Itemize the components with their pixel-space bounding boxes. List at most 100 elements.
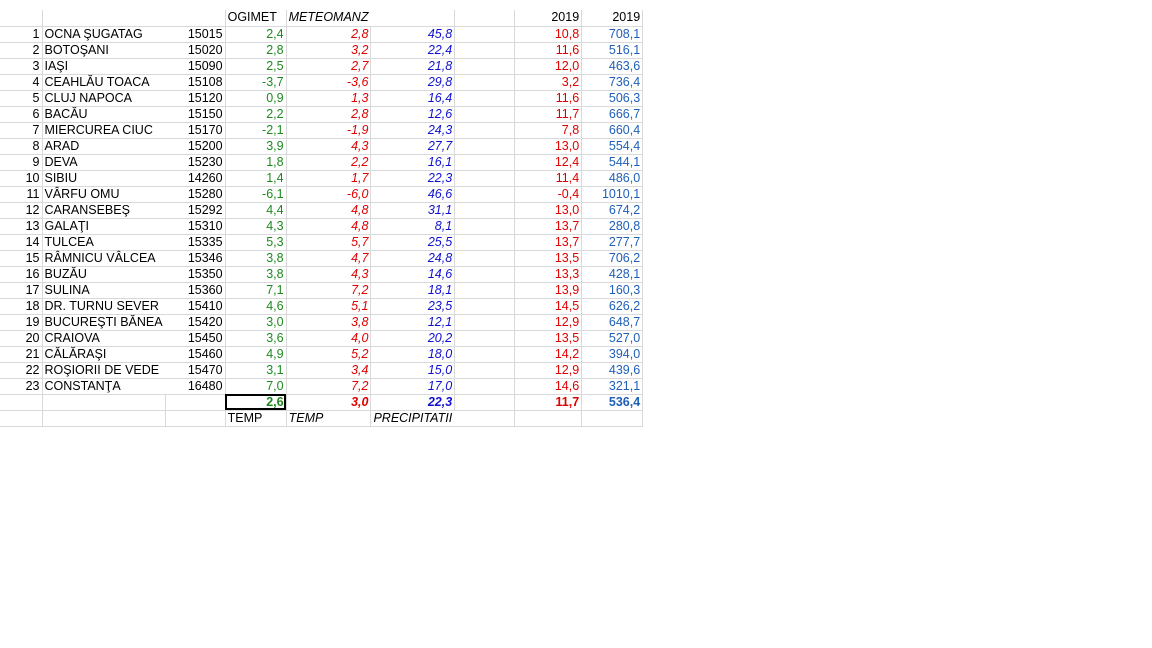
cell[interactable] (454, 330, 516, 347)
row-number-cell[interactable]: 22 (0, 362, 43, 379)
station-name-cell[interactable]: VÂRFU OMU (42, 186, 166, 203)
meteomanz-precip-cell[interactable]: 8,1 (370, 218, 456, 235)
meteomanz-precip-cell[interactable]: 45,8 (370, 26, 456, 43)
precip-2019-cell[interactable]: 666,7 (581, 106, 644, 123)
precip-2019-cell[interactable]: 439,6 (581, 362, 644, 379)
precip-2019-cell[interactable]: 674,2 (581, 202, 644, 219)
station-name-cell[interactable]: OCNA ŞUGATAG (42, 26, 166, 43)
cell[interactable] (454, 218, 516, 235)
meteomanz-temp-cell[interactable]: 2,7 (286, 58, 372, 75)
total-temp-2019-cell[interactable]: 11,7 (514, 394, 583, 411)
temp-2019-cell[interactable]: 14,5 (514, 298, 583, 315)
station-code-cell[interactable]: 15230 (165, 154, 226, 171)
temp-2019-cell[interactable]: 12,9 (514, 362, 583, 379)
station-name-cell[interactable]: BUCUREŞTI BĂNEA (42, 314, 166, 331)
station-name-cell[interactable]: CLUJ NAPOCA (42, 90, 166, 107)
cell[interactable] (454, 314, 516, 331)
row-number-cell[interactable]: 17 (0, 282, 43, 299)
station-code-cell[interactable]: 15470 (165, 362, 226, 379)
meteomanz-precip-cell[interactable]: 29,8 (370, 74, 456, 91)
footer-temp-a[interactable]: TEMP (225, 410, 287, 427)
ogimet-temp-cell[interactable]: -3,7 (225, 74, 287, 91)
footer-temp-b[interactable]: TEMP (286, 410, 372, 427)
cell[interactable] (454, 42, 516, 59)
station-name-cell[interactable]: BOTOŞANI (42, 42, 166, 59)
meteomanz-precip-cell[interactable]: 24,3 (370, 122, 456, 139)
station-code-cell[interactable]: 15292 (165, 202, 226, 219)
precip-2019-cell[interactable]: 516,1 (581, 42, 644, 59)
precip-2019-cell[interactable]: 160,3 (581, 282, 644, 299)
station-code-cell[interactable]: 15420 (165, 314, 226, 331)
temp-2019-cell[interactable]: 12,0 (514, 58, 583, 75)
temp-2019-cell[interactable]: 13,0 (514, 202, 583, 219)
meteomanz-temp-cell[interactable]: 5,1 (286, 298, 372, 315)
temp-2019-cell[interactable]: 11,6 (514, 42, 583, 59)
meteomanz-precip-cell[interactable]: 25,5 (370, 234, 456, 251)
row-number-cell[interactable]: 18 (0, 298, 43, 315)
row-number-cell[interactable]: 13 (0, 218, 43, 235)
cell[interactable] (165, 410, 226, 427)
meteomanz-precip-cell[interactable]: 21,8 (370, 58, 456, 75)
meteomanz-temp-cell[interactable]: 3,2 (286, 42, 372, 59)
meteomanz-precip-cell[interactable]: 27,7 (370, 138, 456, 155)
row-number-cell[interactable]: 20 (0, 330, 43, 347)
row-number-cell[interactable]: 19 (0, 314, 43, 331)
station-name-cell[interactable]: CRAIOVA (42, 330, 166, 347)
row-number-cell[interactable]: 4 (0, 74, 43, 91)
station-code-cell[interactable]: 15150 (165, 106, 226, 123)
row-number-cell[interactable]: 16 (0, 266, 43, 283)
station-code-cell[interactable]: 15450 (165, 330, 226, 347)
row-number-cell[interactable]: 10 (0, 170, 43, 187)
cell[interactable] (454, 378, 516, 395)
station-code-cell[interactable]: 15020 (165, 42, 226, 59)
station-name-cell[interactable]: DR. TURNU SEVER (42, 298, 166, 315)
station-code-cell[interactable]: 15360 (165, 282, 226, 299)
cell[interactable] (42, 10, 166, 27)
meteomanz-temp-cell[interactable]: 2,8 (286, 106, 372, 123)
cell[interactable] (454, 346, 516, 363)
precip-2019-cell[interactable]: 706,2 (581, 250, 644, 267)
station-code-cell[interactable]: 15350 (165, 266, 226, 283)
precip-2019-cell[interactable]: 736,4 (581, 74, 644, 91)
meteomanz-temp-cell[interactable]: 5,2 (286, 346, 372, 363)
meteomanz-precip-cell[interactable]: 22,3 (370, 170, 456, 187)
ogimet-temp-cell[interactable]: 3,8 (225, 250, 287, 267)
meteomanz-precip-cell[interactable]: 22,4 (370, 42, 456, 59)
precip-2019-cell[interactable]: 660,4 (581, 122, 644, 139)
cell[interactable] (454, 282, 516, 299)
ogimet-temp-cell[interactable]: 4,9 (225, 346, 287, 363)
temp-2019-cell[interactable]: 14,6 (514, 378, 583, 395)
meteomanz-temp-cell[interactable]: 2,2 (286, 154, 372, 171)
cell[interactable] (454, 186, 516, 203)
temp-2019-cell[interactable]: 13,5 (514, 250, 583, 267)
cell[interactable] (370, 10, 456, 27)
ogimet-temp-cell[interactable]: 4,3 (225, 218, 287, 235)
meteomanz-temp-cell[interactable]: -6,0 (286, 186, 372, 203)
total-precip-2019-cell[interactable]: 536,4 (581, 394, 644, 411)
station-code-cell[interactable]: 14260 (165, 170, 226, 187)
meteomanz-temp-cell[interactable]: 4,7 (286, 250, 372, 267)
meteomanz-precip-cell[interactable]: 31,1 (370, 202, 456, 219)
row-number-cell[interactable]: 15 (0, 250, 43, 267)
precip-2019-cell[interactable]: 708,1 (581, 26, 644, 43)
station-name-cell[interactable]: CONSTANŢA (42, 378, 166, 395)
ogimet-temp-cell[interactable]: 3,0 (225, 314, 287, 331)
station-name-cell[interactable]: TULCEA (42, 234, 166, 251)
cell[interactable] (454, 122, 516, 139)
row-number-cell[interactable]: 21 (0, 346, 43, 363)
cell[interactable] (165, 10, 226, 27)
meteomanz-temp-cell[interactable]: 4,8 (286, 202, 372, 219)
temp-2019-cell[interactable]: 13,7 (514, 234, 583, 251)
station-code-cell[interactable]: 15335 (165, 234, 226, 251)
station-code-cell[interactable]: 15090 (165, 58, 226, 75)
station-name-cell[interactable]: CĂLĂRAŞI (42, 346, 166, 363)
precip-2019-cell[interactable]: 648,7 (581, 314, 644, 331)
ogimet-temp-cell[interactable]: 3,6 (225, 330, 287, 347)
ogimet-temp-cell[interactable]: 4,4 (225, 202, 287, 219)
ogimet-temp-cell[interactable]: 5,3 (225, 234, 287, 251)
cell[interactable] (454, 90, 516, 107)
meteomanz-temp-cell[interactable]: 1,3 (286, 90, 372, 107)
cell[interactable] (454, 138, 516, 155)
cell[interactable] (454, 202, 516, 219)
meteomanz-temp-cell[interactable]: 4,8 (286, 218, 372, 235)
